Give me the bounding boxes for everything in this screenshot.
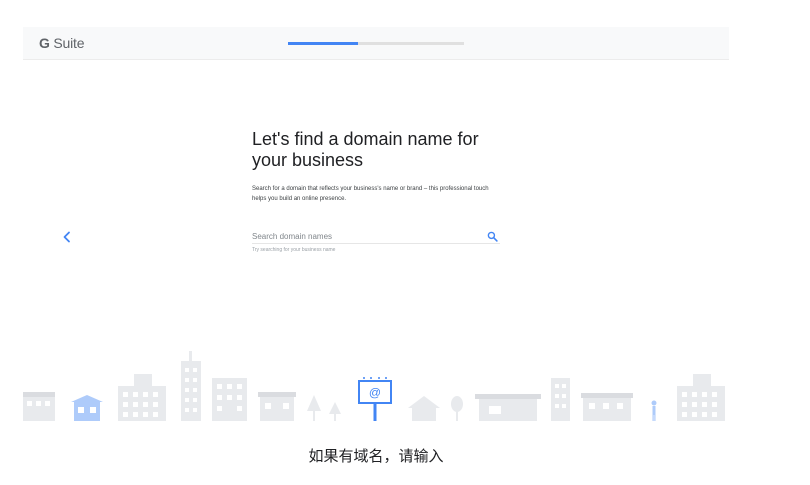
city-skyline-illustration: @ (23, 351, 725, 421)
logo-suite: Suite (53, 35, 85, 51)
page-description: Search for a domain that reflects your b… (252, 186, 489, 202)
logo-g: G (39, 35, 50, 51)
progress-bar-fill (288, 42, 359, 45)
top-bar: G Suite (23, 27, 729, 60)
billboard-icon: @ (358, 377, 392, 421)
domain-search-field (252, 228, 500, 244)
gsuite-logo: G Suite (39, 35, 85, 51)
billboard-symbol: @ (369, 386, 381, 400)
progress-bar (288, 42, 464, 45)
search-icon[interactable] (487, 231, 498, 242)
caption-subtitle: 如果有域名，请输入 (308, 448, 444, 465)
domain-search-input[interactable] (252, 230, 480, 242)
back-button[interactable] (59, 229, 75, 245)
chevron-left-icon (63, 231, 70, 243)
page-title: Let's find a domain name for your busine… (252, 129, 479, 170)
search-hint: Try searching for your business name (252, 247, 336, 253)
